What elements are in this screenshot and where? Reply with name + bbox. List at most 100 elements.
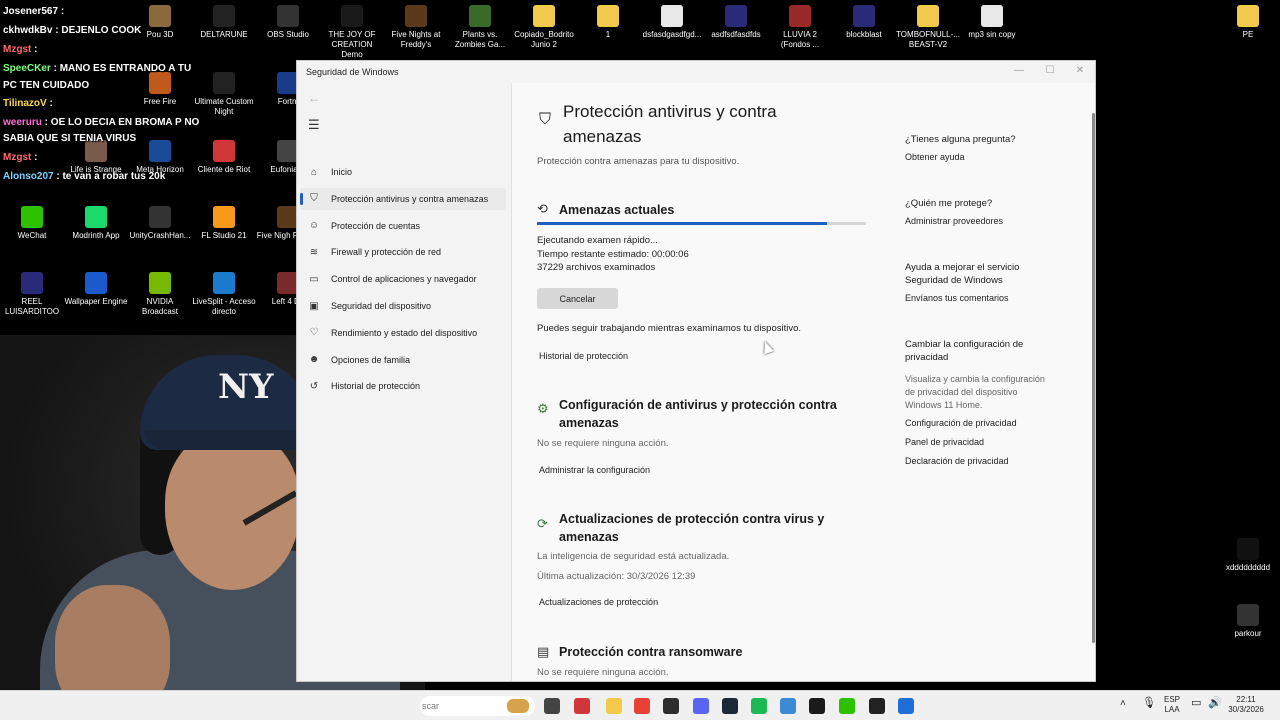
obs-icon[interactable] (869, 698, 885, 714)
desktop-icon[interactable]: LLUVIA 2 (Fondos ... (768, 5, 832, 50)
desktop-icon[interactable]: Modrinth App (64, 206, 128, 241)
nav-item[interactable]: ↺ Historial de protección (300, 375, 506, 397)
desktop-icon[interactable]: Five Nights at Freddy's (384, 5, 448, 50)
chat-username: Mzgst (3, 44, 32, 55)
chat-text: PC TEN CUIDADO (3, 80, 90, 91)
app-icon (149, 140, 171, 162)
get-help-link[interactable]: Obtener ayuda (905, 151, 1075, 164)
desktop-icon[interactable]: Meta Horizon (128, 140, 192, 175)
nav-item[interactable]: ▣ Seguridad del dispositivo (300, 295, 506, 317)
desktop-icon[interactable]: DELTARUNE (192, 5, 256, 40)
nav-item-label: Control de aplicaciones y navegador (331, 274, 477, 285)
task-view-icon[interactable] (544, 698, 560, 714)
chat-message: Mzgst : (3, 44, 37, 56)
desktop-icon-label: LiveSplit - Acceso directo (192, 297, 256, 316)
manage-providers-link[interactable]: Administrar proveedores (905, 215, 1075, 228)
desktop-icon[interactable]: TOMBOFNULL-... BEAST-V2 (896, 5, 960, 50)
ransomware-status: No se requiere ninguna acción. (537, 667, 669, 678)
nav-item[interactable]: ⌂ Inicio (300, 161, 506, 183)
network-icon[interactable]: ▭ (1191, 698, 1201, 709)
minimize-button[interactable]: — (1004, 65, 1034, 76)
desktop-icon[interactable]: xddddddddd (1216, 538, 1280, 573)
ransomware-heading: Protección contra ransomware (559, 645, 743, 659)
nav-item[interactable]: ▭ Control de aplicaciones y navegador (300, 268, 506, 290)
scrollbar[interactable] (1092, 113, 1095, 643)
desktop-icon[interactable]: Ultimate Custom Night (192, 72, 256, 117)
steam-icon[interactable] (722, 698, 738, 714)
red-app-icon[interactable] (574, 698, 590, 714)
protection-updates-link[interactable]: Actualizaciones de protección (539, 597, 658, 607)
privacy-statement-link[interactable]: Declaración de privacidad (905, 455, 1075, 468)
hamburger-menu-icon[interactable]: ☰ (308, 117, 320, 133)
privacy-dashboard-link[interactable]: Panel de privacidad (905, 436, 1075, 449)
desktop-icon[interactable]: OBS Studio (256, 5, 320, 40)
defender-icon[interactable] (898, 698, 914, 714)
spotify-icon[interactable] (751, 698, 767, 714)
discord-icon[interactable] (693, 698, 709, 714)
protection-history-link[interactable]: Historial de protección (539, 351, 628, 361)
app-icon (341, 5, 363, 27)
desktop-icon-label: 1 (605, 30, 611, 39)
terminal-icon[interactable] (809, 698, 825, 714)
desktop-icon[interactable]: Life is Strange (64, 140, 128, 175)
close-button[interactable]: ✕ (1065, 65, 1095, 76)
manage-settings-link[interactable]: Administrar la configuración (539, 465, 650, 475)
desktop-icon[interactable]: UnityCrashHan... (128, 206, 192, 241)
chrome-icon[interactable] (634, 698, 650, 714)
desktop-icon[interactable]: WeChat (0, 206, 64, 241)
desktop-icon[interactable]: Wallpaper Engine (64, 272, 128, 307)
volume-icon[interactable]: 🔊 (1208, 698, 1222, 709)
laptop-icon: ▣ (309, 300, 319, 312)
desktop-icon[interactable]: Cliente de Riot (192, 140, 256, 175)
nav-item[interactable]: ♡ Rendimiento y estado del dispositivo (300, 322, 506, 344)
notepad-icon[interactable] (780, 698, 796, 714)
nav-item[interactable]: ☺ Protección de cuentas (300, 215, 506, 237)
desktop-icon[interactable]: Plants vs. Zombies Ga... (448, 5, 512, 50)
desktop-icon-label: Plants vs. Zombies Ga... (454, 30, 506, 49)
nav-item[interactable]: ≋ Firewall y protección de red (300, 241, 506, 263)
desktop-icon-label: FL Studio 21 (201, 231, 247, 240)
desktop-icon[interactable]: FL Studio 21 (192, 206, 256, 241)
app-window-icon: ▭ (309, 273, 319, 285)
desktop-icon[interactable]: REEL LUISARDITOO (0, 272, 64, 317)
desktop-icon[interactable]: LiveSplit - Acceso directo (192, 272, 256, 317)
search-placeholder: scar (422, 701, 440, 711)
nav-item-label: Rendimiento y estado del dispositivo (331, 327, 478, 338)
cancel-button[interactable]: Cancelar (537, 288, 618, 309)
clock[interactable]: 22:11 30/3/2026 (1226, 695, 1266, 715)
chat-username: Alonso207 (3, 171, 54, 182)
title-bar[interactable]: Seguridad de Windows — ☐ ✕ (297, 61, 1095, 83)
desktop-icon[interactable]: parkour (1216, 604, 1280, 639)
desktop-icon[interactable]: Copiado_Bodrito Junio 2 (512, 5, 576, 50)
desktop-icon[interactable]: mp3 sin copy (960, 5, 1024, 40)
shield-icon: ⛉ (539, 111, 552, 128)
send-feedback-link[interactable]: Envíanos tus comentarios (905, 292, 1075, 305)
app-icon (213, 272, 235, 294)
desktop-icon[interactable]: blockblast (832, 5, 896, 40)
privacy-settings-link[interactable]: Configuración de privacidad (905, 417, 1075, 430)
back-arrow-icon[interactable]: ← (308, 91, 320, 105)
nav-item[interactable]: ⛉ Protección antivirus y contra amenazas (300, 187, 506, 210)
chevron-up-icon[interactable]: ˄ (1120, 699, 1126, 709)
desktop-icon-label: Copiado_Bodrito Junio 2 (514, 30, 574, 49)
microphone-icon[interactable]: 🎙 (1142, 698, 1156, 709)
file-explorer-icon[interactable] (606, 698, 622, 714)
green-app-icon[interactable] (839, 698, 855, 714)
windows-security-window: Seguridad de Windows — ☐ ✕ ← ☰ ⌂ Inicio ⛉ P… (296, 60, 1096, 682)
person-icon: ☺ (308, 220, 320, 232)
xbox-icon[interactable] (663, 698, 679, 714)
nav-item[interactable]: ☻ Opciones de familia (300, 349, 506, 371)
language-indicator[interactable]: ESP LAA (1164, 695, 1180, 715)
page-title: Protección antivirus y contra amenazas (563, 102, 777, 146)
desktop-icon[interactable]: NVIDIA Broadcast (128, 272, 192, 317)
desktop-icon[interactable]: PE (1216, 5, 1280, 40)
desktop-icon[interactable]: dsfasdgasdfgd... (640, 5, 704, 40)
desktop-icon[interactable]: Free Fire (128, 72, 192, 107)
desktop-icon[interactable]: THE JOY OF CREATION Demo (320, 5, 384, 60)
maximize-button[interactable]: ☐ (1035, 65, 1065, 76)
desktop-icon[interactable]: asdfsdfasdfds (704, 5, 768, 40)
app-icon (981, 5, 1003, 27)
search-box[interactable]: scar (420, 696, 535, 716)
app-icon (533, 5, 555, 27)
desktop-icon[interactable]: 1 (576, 5, 640, 40)
